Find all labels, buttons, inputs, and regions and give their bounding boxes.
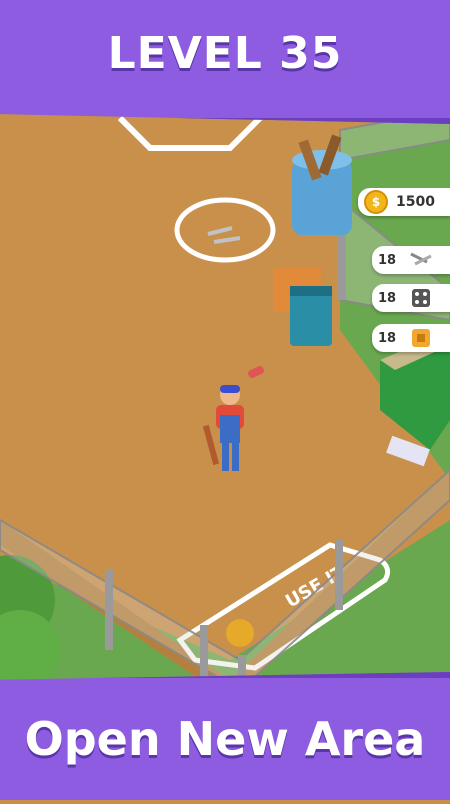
nails-count: 18 [378, 252, 397, 268]
coin-icon: $ [364, 190, 388, 214]
dice-icon [408, 287, 434, 309]
level-title: LEVEL 35 [107, 28, 343, 79]
coin-counter: $ 1500 [358, 188, 450, 216]
dice-count: 18 [378, 290, 397, 306]
resource-counter-chip: 18 [372, 324, 450, 352]
coin-value: 1500 [396, 194, 435, 210]
trash-bin [290, 292, 332, 346]
level-banner: LEVEL 35 [0, 0, 450, 124]
open-area-banner: Open New Area [0, 672, 450, 800]
chip-count: 18 [378, 330, 397, 346]
resource-counter-nails: 18 [372, 246, 450, 274]
nails-icon [408, 249, 434, 271]
open-area-caption: Open New Area [24, 712, 426, 766]
resource-counter-dice: 18 [372, 284, 450, 312]
circuit-chip-icon [408, 327, 434, 349]
unlock-coin-marker [226, 619, 254, 647]
